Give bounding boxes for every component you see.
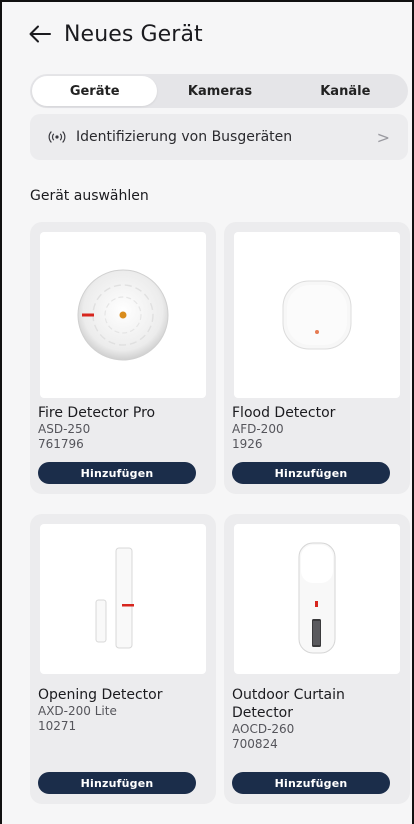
add-device-button[interactable]: Hinzufügen [38, 462, 196, 484]
tab-kanaele[interactable]: Kanäle [283, 76, 408, 106]
flood-detector-image [234, 232, 400, 398]
device-card-outdoor-curtain-detector[interactable]: Outdoor Curtain Detector AOCD-260 700824… [224, 514, 410, 804]
device-name: Flood Detector [232, 405, 336, 421]
chevron-right-icon: > [376, 127, 390, 147]
device-model: AFD-200 [232, 422, 284, 436]
device-card-flood-detector[interactable]: Flood Detector AFD-200 1926 Hinzufügen [224, 222, 410, 494]
device-model: AXD-200 Lite [38, 704, 117, 718]
tab-geraete[interactable]: Geräte [32, 76, 158, 106]
outdoor-curtain-detector-image [234, 524, 400, 674]
bus-device-identification-row[interactable]: Identifizierung von Busgeräten > [30, 114, 408, 160]
add-device-button[interactable]: Hinzufügen [232, 462, 390, 484]
device-name: Fire Detector Pro [38, 405, 156, 421]
device-code: 1926 [232, 437, 263, 451]
device-model: ASD-250 [38, 422, 91, 436]
device-name: Opening Detector [38, 687, 163, 703]
device-model: AOCD-260 [232, 722, 295, 736]
top-bar: Neues Gerät [2, 2, 412, 66]
section-title: Gerät auswählen [30, 188, 149, 204]
broadcast-icon [48, 128, 66, 146]
tab-kameras[interactable]: Kameras [157, 76, 282, 106]
add-device-button[interactable]: Hinzufügen [232, 772, 390, 794]
arrow-left-icon [29, 25, 51, 43]
add-device-button[interactable]: Hinzufügen [38, 772, 196, 794]
device-code: 761796 [38, 437, 84, 451]
device-name-line-1: Outdoor Curtain [232, 687, 345, 703]
app-screen: Neues Gerät Geräte Kameras Kanäle Identi… [0, 0, 414, 824]
device-card-opening-detector[interactable]: Opening Detector AXD-200 Lite 10271 Hinz… [30, 514, 216, 804]
fire-detector-image [40, 232, 206, 398]
device-type-tabs: Geräte Kameras Kanäle [30, 74, 408, 108]
back-button[interactable] [28, 22, 52, 46]
opening-detector-image [40, 524, 206, 674]
device-code: 700824 [232, 737, 278, 751]
device-name-line-2: Detector [232, 705, 294, 721]
device-code: 10271 [38, 719, 77, 733]
bus-identification-label: Identifizierung von Busgeräten [76, 129, 293, 145]
device-card-fire-detector[interactable]: Fire Detector Pro ASD-250 761796 Hinzufü… [30, 222, 216, 494]
page-title: Neues Gerät [64, 21, 203, 47]
